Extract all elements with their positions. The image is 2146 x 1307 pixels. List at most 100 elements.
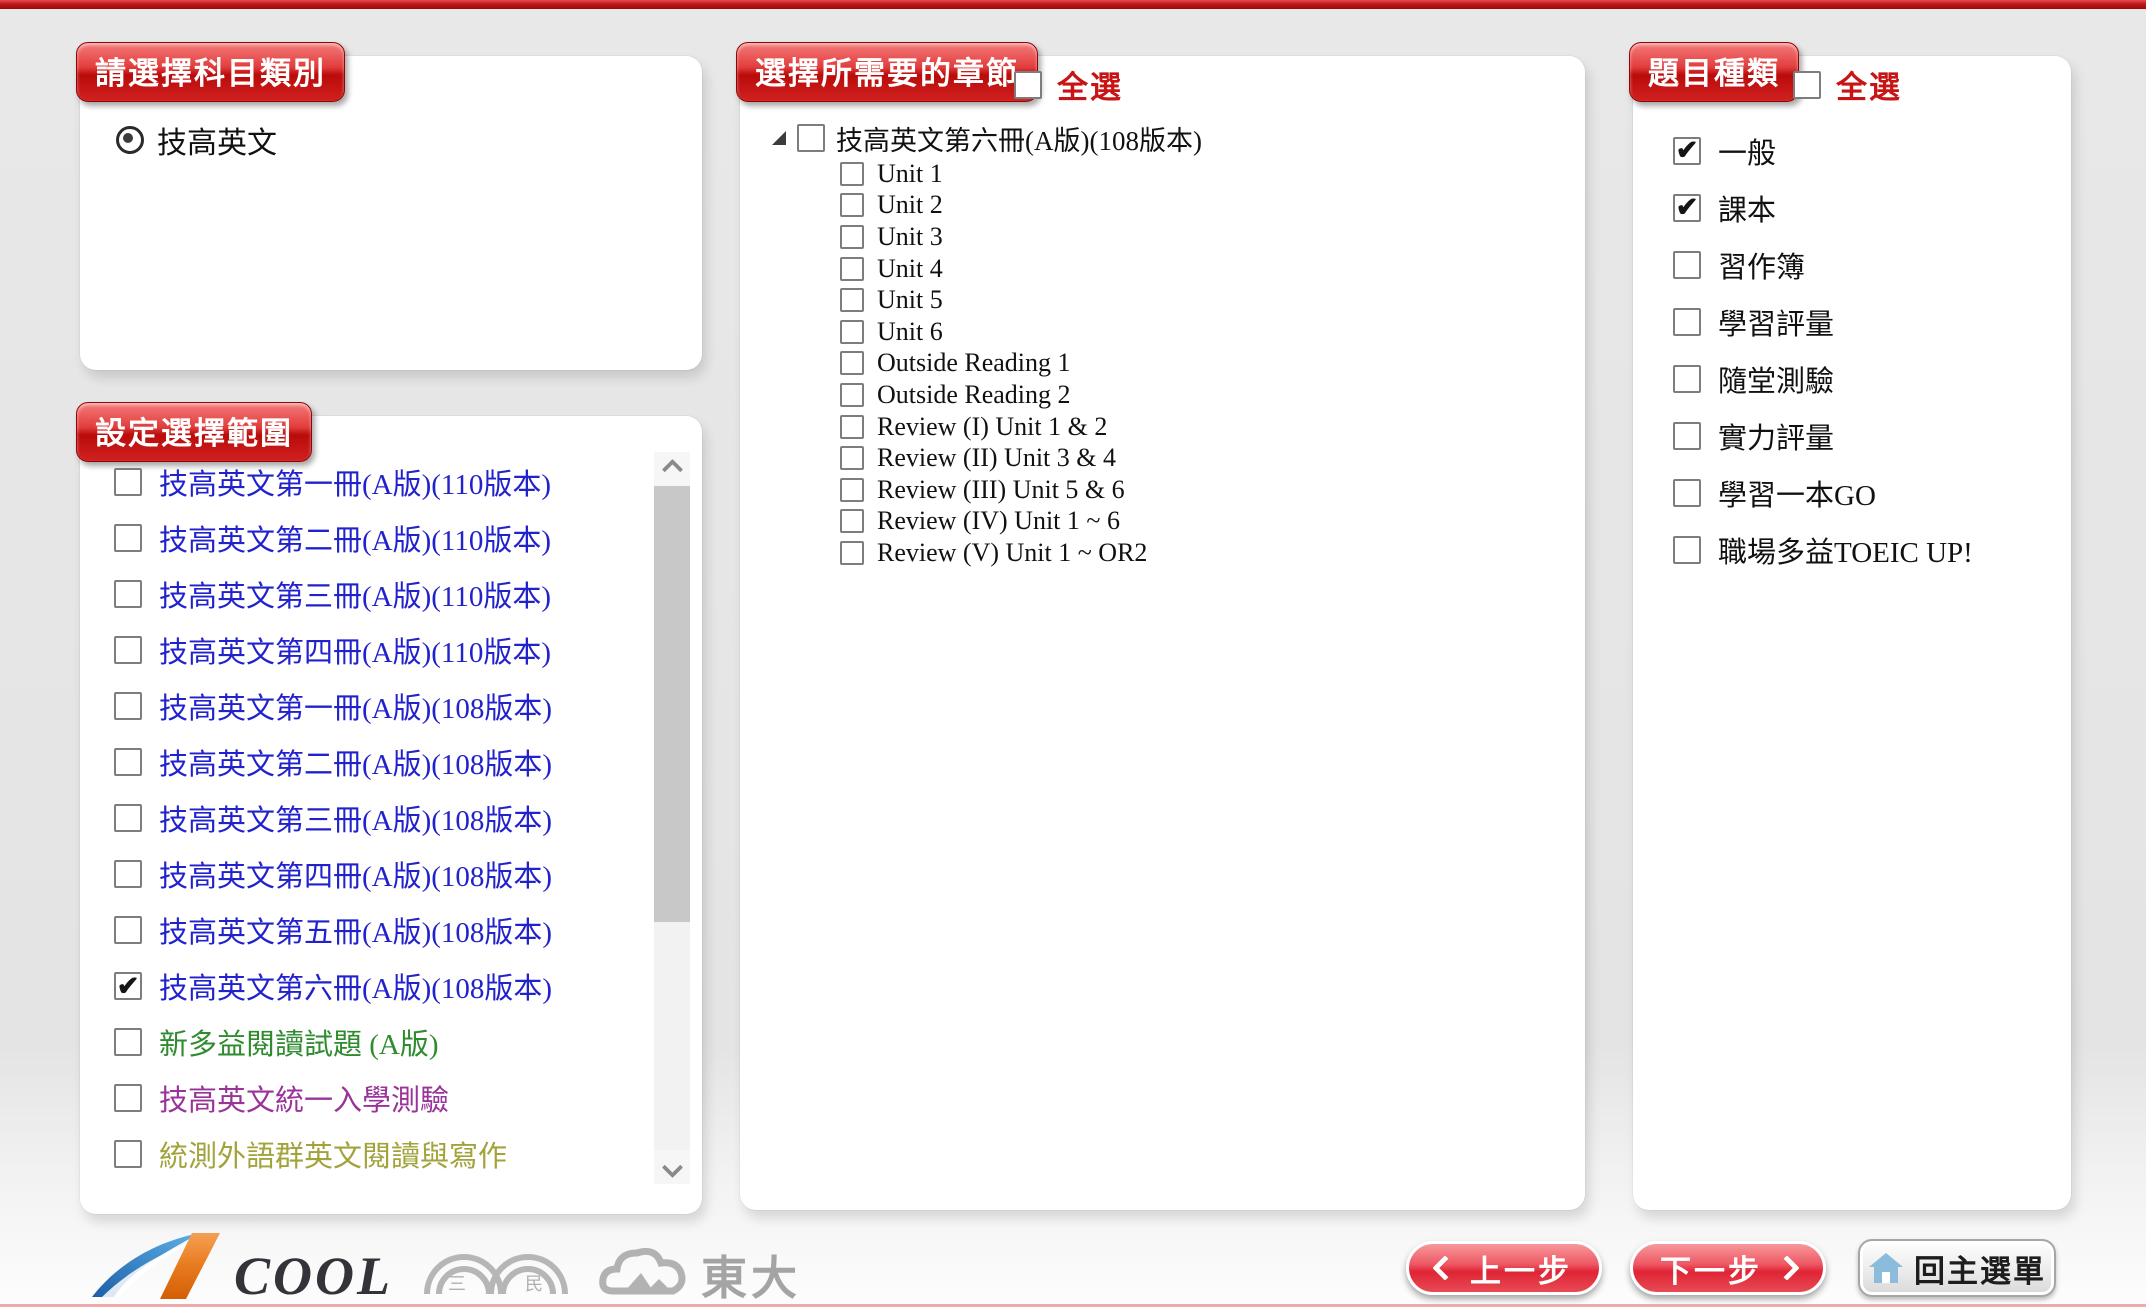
tree-item[interactable]: Review (II) Unit 3 & 4 — [840, 442, 1202, 474]
type-item[interactable]: ✔ 課本 — [1673, 179, 1973, 236]
checkbox[interactable] — [840, 541, 864, 565]
tree-item-label[interactable]: Outside Reading 2 — [877, 380, 1071, 410]
checkbox[interactable] — [114, 468, 142, 496]
range-item-label[interactable]: 新多益閱讀試題 (A版) — [159, 1021, 439, 1063]
chapters-select-all[interactable]: 全選 — [1014, 62, 1123, 107]
type-item[interactable]: 實力評量 — [1673, 407, 1973, 464]
range-item-label[interactable]: 技高英文第四冊(A版)(110版本) — [159, 629, 551, 671]
range-item[interactable]: 新多益閱讀試題 (A版) — [114, 1014, 624, 1070]
type-item-label[interactable]: 習作簿 — [1718, 244, 1805, 286]
tree-root-label[interactable]: 技高英文第六冊(A版)(108版本) — [836, 119, 1202, 158]
tree-item-label[interactable]: Outside Reading 1 — [877, 348, 1071, 378]
tree-item-label[interactable]: Unit 3 — [877, 222, 943, 252]
range-item[interactable]: 技高英文第一冊(A版)(110版本) — [114, 454, 624, 510]
radio-selected-icon[interactable] — [116, 126, 144, 154]
type-item-label[interactable]: 學習評量 — [1718, 301, 1834, 343]
checkbox[interactable] — [1673, 251, 1701, 279]
type-item[interactable]: 隨堂測驗 — [1673, 350, 1973, 407]
checkbox[interactable]: ✔ — [1673, 194, 1701, 222]
scrollbar-up-button[interactable] — [654, 452, 690, 486]
type-item-label[interactable]: 實力評量 — [1718, 415, 1834, 457]
type-item-label[interactable]: 學習一本GO — [1718, 472, 1876, 514]
checkbox[interactable] — [840, 320, 864, 344]
range-item[interactable]: 技高英文第五冊(A版)(108版本) — [114, 902, 624, 958]
checkbox[interactable] — [1673, 422, 1701, 450]
range-item[interactable]: ✔技高英文第六冊(A版)(108版本) — [114, 958, 624, 1014]
tree-item[interactable]: Unit 1 — [840, 158, 1202, 190]
tree-item[interactable]: Unit 4 — [840, 253, 1202, 285]
checkbox[interactable] — [1673, 365, 1701, 393]
range-item-label[interactable]: 技高英文第二冊(A版)(108版本) — [159, 741, 552, 783]
tree-item[interactable]: Outside Reading 1 — [840, 348, 1202, 380]
checkbox[interactable] — [114, 1028, 142, 1056]
tree-item-label[interactable]: Review (V) Unit 1 ~ OR2 — [877, 538, 1147, 568]
type-item-label[interactable]: 職場多益TOEIC UP! — [1718, 529, 1973, 571]
checkbox[interactable] — [114, 1140, 142, 1168]
checkbox[interactable] — [114, 804, 142, 832]
type-item-label[interactable]: 課本 — [1718, 187, 1776, 229]
checkbox[interactable] — [1673, 479, 1701, 507]
tree-item-label[interactable]: Unit 6 — [877, 317, 943, 347]
type-item[interactable]: 習作簿 — [1673, 236, 1973, 293]
checkbox[interactable] — [840, 193, 864, 217]
checkbox[interactable] — [840, 288, 864, 312]
tree-item-label[interactable]: Unit 1 — [877, 159, 943, 189]
checkbox[interactable] — [1673, 536, 1701, 564]
checkbox[interactable] — [840, 415, 864, 439]
tree-item-label[interactable]: Unit 5 — [877, 285, 943, 315]
tree-item[interactable]: Unit 6 — [840, 316, 1202, 348]
range-item[interactable]: 技高英文第三冊(A版)(108版本) — [114, 790, 624, 846]
range-item[interactable]: 技高英文第四冊(A版)(108版本) — [114, 846, 624, 902]
select-all-label[interactable]: 全選 — [1836, 62, 1902, 107]
subject-option[interactable]: 技高英文 — [116, 118, 277, 162]
tree-item-label[interactable]: Review (I) Unit 1 & 2 — [877, 412, 1107, 442]
scrollbar-down-button[interactable] — [654, 1150, 690, 1184]
type-item[interactable]: 職場多益TOEIC UP! — [1673, 521, 1973, 578]
scrollbar-thumb[interactable] — [654, 486, 690, 922]
select-all-label[interactable]: 全選 — [1057, 62, 1123, 107]
tree-item[interactable]: Unit 2 — [840, 190, 1202, 222]
type-item[interactable]: 學習評量 — [1673, 293, 1973, 350]
range-item-label[interactable]: 技高英文第三冊(A版)(108版本) — [159, 797, 552, 839]
tree-item-label[interactable]: Review (IV) Unit 1 ~ 6 — [877, 506, 1120, 536]
type-item-label[interactable]: 一般 — [1718, 130, 1776, 172]
tree-item[interactable]: Unit 3 — [840, 221, 1202, 253]
range-item-label[interactable]: 技高英文第一冊(A版)(108版本) — [159, 685, 552, 727]
range-item-label[interactable]: 統測外語群英文閱讀與寫作 — [159, 1133, 507, 1175]
type-item[interactable]: ✔一般 — [1673, 122, 1973, 179]
tree-item[interactable]: Review (V) Unit 1 ~ OR2 — [840, 537, 1202, 569]
type-item-label[interactable]: 隨堂測驗 — [1718, 358, 1834, 400]
scrollbar[interactable] — [654, 452, 690, 1184]
checkbox[interactable] — [114, 692, 142, 720]
checkbox[interactable] — [114, 1084, 142, 1112]
tree-item[interactable]: Review (I) Unit 1 & 2 — [840, 411, 1202, 443]
tree-item[interactable]: Review (III) Unit 5 & 6 — [840, 474, 1202, 506]
checkbox[interactable] — [840, 509, 864, 533]
checkbox[interactable] — [114, 636, 142, 664]
types-select-all[interactable]: 全選 — [1793, 62, 1902, 107]
range-item-label[interactable]: 技高英文第六冊(A版)(108版本) — [159, 965, 552, 1007]
range-item[interactable]: 技高英文第三冊(A版)(110版本) — [114, 566, 624, 622]
range-item[interactable]: 技高英文第四冊(A版)(110版本) — [114, 622, 624, 678]
prev-step-button[interactable]: 上一步 — [1406, 1241, 1602, 1295]
tree-item-label[interactable]: Unit 4 — [877, 254, 943, 284]
tree-item-label[interactable]: Unit 2 — [877, 190, 943, 220]
checkbox[interactable] — [840, 351, 864, 375]
range-item-label[interactable]: 技高英文第一冊(A版)(110版本) — [159, 461, 551, 503]
range-item[interactable]: 統測外語群英文閱讀與寫作 — [114, 1126, 624, 1182]
tree-root-checkbox[interactable] — [797, 124, 825, 152]
select-all-checkbox[interactable] — [1014, 71, 1042, 99]
tree-root-row[interactable]: 技高英文第六冊(A版)(108版本) — [772, 120, 1202, 156]
range-item[interactable]: 技高英文第二冊(A版)(108版本) — [114, 734, 624, 790]
type-item[interactable]: 學習一本GO — [1673, 464, 1973, 521]
range-item-label[interactable]: 技高英文第四冊(A版)(108版本) — [159, 853, 552, 895]
range-item-label[interactable]: 技高英文第二冊(A版)(110版本) — [159, 517, 551, 559]
range-item-label[interactable]: 技高英文第五冊(A版)(108版本) — [159, 909, 552, 951]
tree-item-label[interactable]: Review (III) Unit 5 & 6 — [877, 475, 1125, 505]
tree-item[interactable]: Outside Reading 2 — [840, 379, 1202, 411]
select-all-checkbox[interactable] — [1793, 71, 1821, 99]
range-item[interactable]: 技高英文統一入學測驗 — [114, 1070, 624, 1126]
checkbox[interactable] — [840, 225, 864, 249]
tree-expander-icon[interactable] — [772, 131, 786, 145]
checkbox[interactable] — [1673, 308, 1701, 336]
